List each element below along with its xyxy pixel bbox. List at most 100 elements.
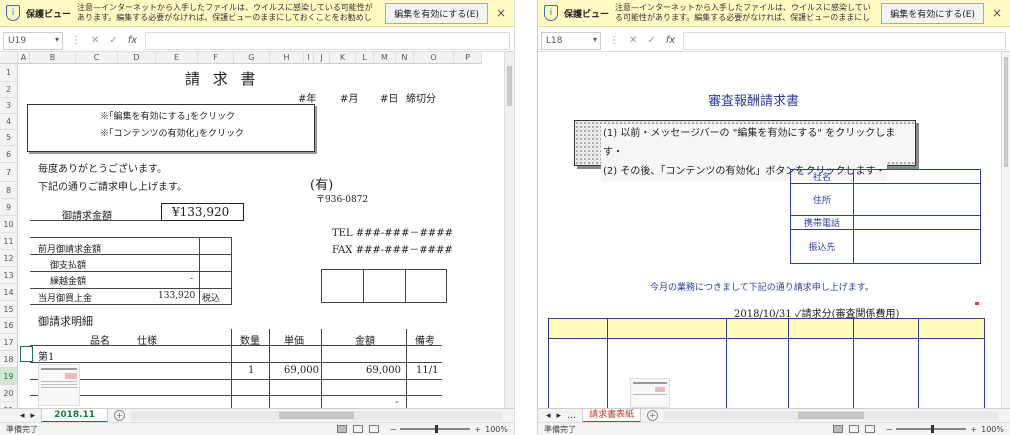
zoom-out-icon[interactable]: − [390, 425, 397, 434]
sheet-tab-invoice-cover[interactable]: 請求書表紙 [582, 408, 642, 423]
formula-input[interactable] [683, 31, 1006, 50]
vertical-scrollbar[interactable] [504, 52, 514, 409]
row-header[interactable]: 19 [0, 368, 18, 385]
row-header[interactable]: 2 [0, 82, 18, 98]
vertical-scrollbar[interactable] [1001, 52, 1010, 408]
column-header[interactable]: N [396, 52, 414, 64]
enable-editing-button[interactable]: 編集を有効にする(E) [881, 2, 984, 24]
info-phone-value[interactable] [853, 215, 981, 230]
page-break-icon[interactable] [368, 425, 379, 433]
zoom-level[interactable]: 100% [485, 425, 508, 434]
spreadsheet-grid[interactable]: 審査報酬請求書 (1) 以前・メッセージバーの "編集を有効にする" をクリック… [538, 52, 1001, 408]
info-bank-value[interactable] [853, 229, 981, 264]
row-header[interactable]: 1 [0, 64, 18, 82]
tab-prev-icon[interactable]: ◂ [546, 411, 551, 421]
sheet-tab-bar: ◂ ▸ 2018.11 + [0, 408, 514, 423]
column-header[interactable]: D [118, 52, 156, 64]
row19-item: 第1 [38, 352, 55, 363]
zoom-out-icon[interactable]: − [886, 425, 893, 434]
info-address-value[interactable] [853, 183, 981, 216]
row-header[interactable]: 6 [0, 146, 18, 163]
info-company-value[interactable] [853, 169, 981, 184]
enter-icon: ✓ [109, 35, 118, 46]
function-icon[interactable]: fx [128, 35, 137, 46]
column-header[interactable]: A [18, 52, 30, 64]
column-header[interactable]: B [30, 52, 76, 64]
row-header[interactable]: 3 [0, 98, 18, 114]
row-header[interactable]: 8 [0, 182, 18, 199]
tab-more[interactable]: … [567, 411, 576, 421]
company-name: (有) [310, 178, 334, 193]
add-sheet-icon[interactable]: + [114, 410, 126, 421]
horizontal-scrollbar[interactable] [664, 411, 998, 420]
page-layout-icon[interactable] [848, 425, 859, 433]
enable-editing-button[interactable]: 編集を有効にする(E) [385, 2, 488, 24]
shield-icon: i [544, 5, 558, 21]
column-header[interactable]: I [304, 52, 314, 64]
page-layout-icon[interactable] [352, 425, 363, 433]
close-icon[interactable]: × [990, 6, 1004, 20]
date-month: #月 [340, 94, 359, 105]
row-header[interactable]: 15 [0, 301, 18, 318]
normal-view-icon[interactable] [336, 425, 347, 433]
column-header[interactable]: P [454, 52, 482, 64]
row-header[interactable]: 12 [0, 250, 18, 267]
header-spec: 仕様 [137, 336, 157, 347]
column-header[interactable]: K [330, 52, 356, 64]
cancel-icon: ✕ [91, 35, 100, 46]
normal-view-icon[interactable] [832, 425, 843, 433]
row-header[interactable]: 14 [0, 284, 18, 301]
header-item-name: 品名 [90, 336, 110, 347]
select-all-corner[interactable] [0, 52, 18, 64]
column-header[interactable]: J [314, 52, 330, 64]
column-header[interactable]: C [76, 52, 118, 64]
spreadsheet-grid[interactable]: ABCDEFGHIJKLMNOP 1 2 3 4 5 6 7 8 9 10 11 12 13 14 15 16… [0, 52, 505, 409]
row-header[interactable]: 5 [0, 130, 18, 146]
row-header[interactable]: 18 [0, 351, 18, 368]
horizontal-scrollbar[interactable] [131, 411, 502, 420]
row-header[interactable]: 9 [0, 199, 18, 216]
row-header[interactable]: 7 [0, 163, 18, 182]
name-box[interactable]: L18 [541, 31, 601, 50]
column-header[interactable]: F [198, 52, 234, 64]
row20-amount: 69,000 [366, 365, 401, 376]
column-header[interactable]: O [414, 52, 454, 64]
tab-prev-icon[interactable]: ◂ [20, 411, 25, 421]
stamp-boxes [321, 269, 447, 303]
row-header[interactable]: 10 [0, 216, 18, 233]
header-qty: 数量 [240, 336, 260, 347]
add-sheet-icon[interactable]: + [647, 410, 659, 421]
sheet-tab-2018-11[interactable]: 2018.11 [41, 408, 109, 423]
zoom-slider[interactable] [400, 425, 471, 433]
zoom-level[interactable]: 100% [981, 425, 1004, 434]
row-header[interactable]: 20 [0, 385, 18, 402]
column-header[interactable]: M [374, 52, 396, 64]
tab-next-icon[interactable]: ▸ [557, 411, 562, 421]
page-break-icon[interactable] [864, 425, 875, 433]
row-header[interactable]: 4 [0, 114, 18, 130]
zoom-in-icon[interactable]: + [970, 425, 977, 434]
row20-qty: 1 [248, 365, 255, 376]
greeting-line-2: 下記の通りご請求申し上げます。 [38, 182, 187, 193]
column-header[interactable]: L [356, 52, 374, 64]
tab-next-icon[interactable]: ▸ [31, 411, 36, 421]
column-header[interactable]: G [234, 52, 270, 64]
formula-input[interactable] [145, 31, 510, 50]
zoom-in-icon[interactable]: + [474, 425, 481, 434]
info-phone-label: 携帯電話 [790, 215, 854, 230]
comment-marker [975, 302, 979, 305]
zoom-slider[interactable] [896, 425, 967, 433]
note-line-2: ※｢コンテンツの有効化｣をクリック [100, 129, 245, 139]
function-icon[interactable]: fx [666, 35, 675, 46]
row-header[interactable]: 13 [0, 267, 18, 284]
close-icon[interactable]: × [494, 6, 508, 20]
tel-number: TEL ###-###－#### [332, 228, 453, 239]
column-header[interactable]: H [270, 52, 304, 64]
row-header[interactable]: 16 [0, 318, 18, 334]
sheet-tab-bar: ◂ ▸ … 請求書表紙 + [538, 408, 1010, 423]
column-header[interactable]: E [156, 52, 198, 64]
name-box[interactable]: U19 [3, 31, 63, 50]
row-header[interactable]: 11 [0, 233, 18, 250]
row-header[interactable]: 17 [0, 334, 18, 351]
document-thumbnail [630, 378, 670, 408]
